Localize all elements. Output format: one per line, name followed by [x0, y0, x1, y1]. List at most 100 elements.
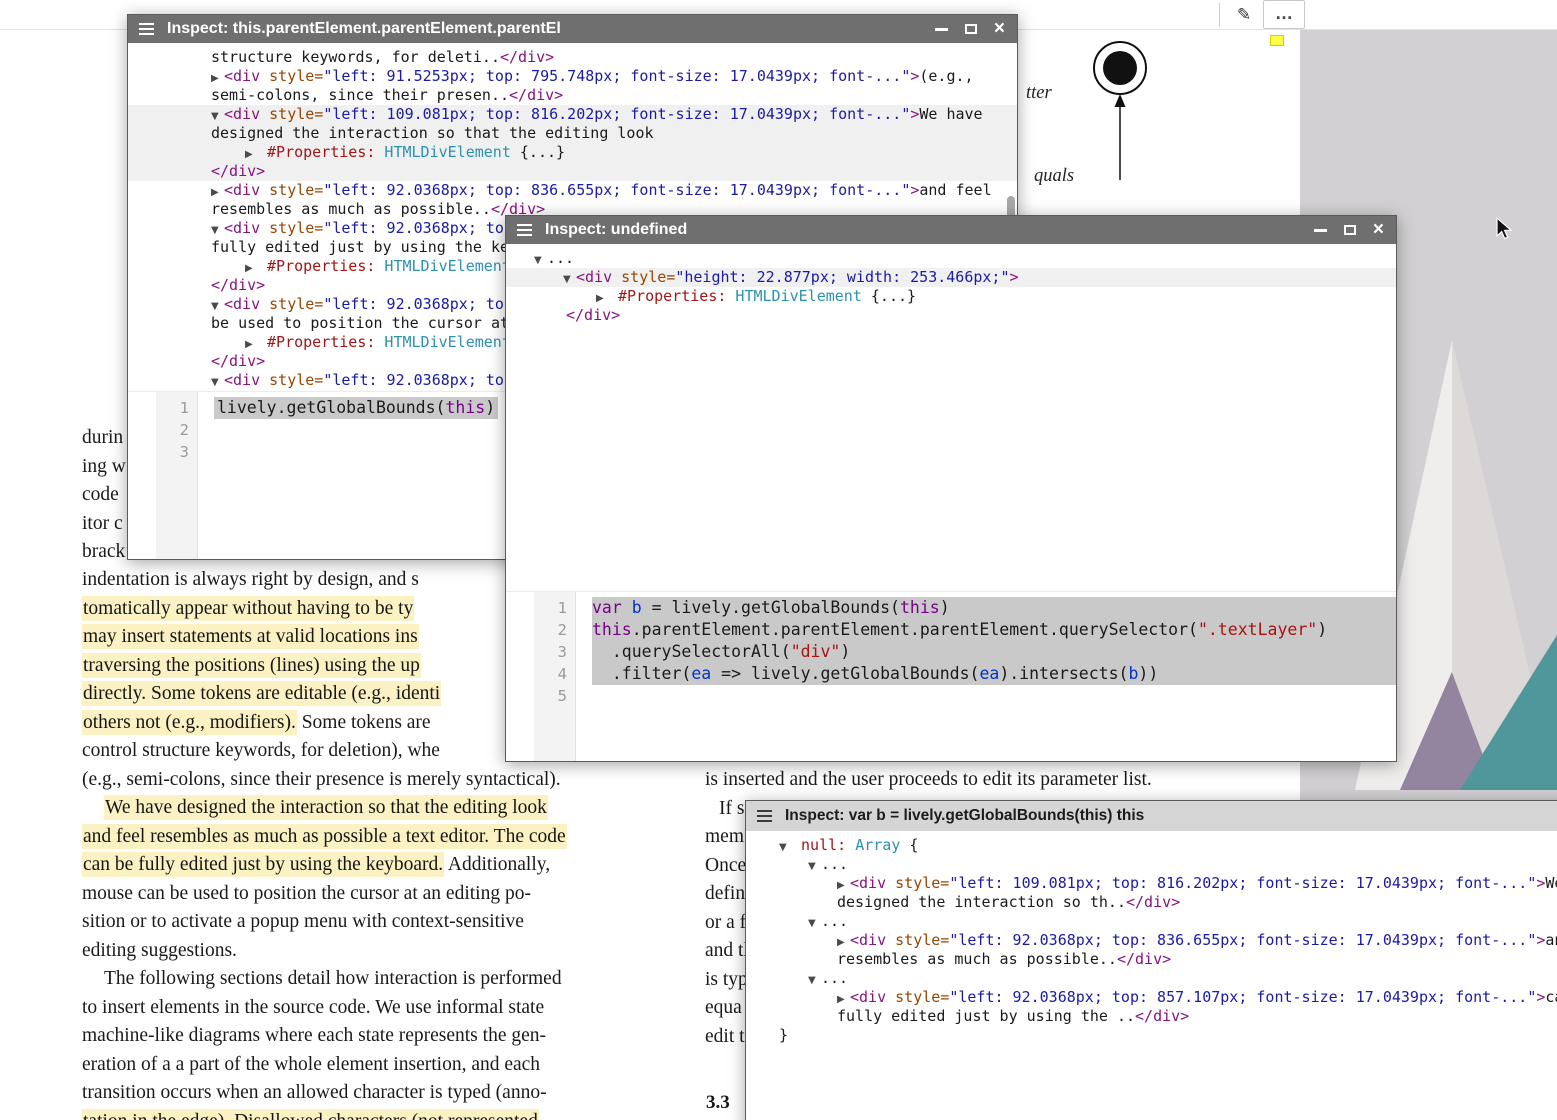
inspector-tree-row[interactable]: ▼... — [746, 969, 1557, 988]
window-menu-icon[interactable] — [757, 810, 772, 822]
text-segment: "height: 22.877px; width: 253.466px;" — [675, 268, 1009, 286]
code-line[interactable]: lively.getGlobalBounds(this) — [214, 397, 498, 419]
tree-arrow-icon: ▼ — [808, 914, 821, 933]
text-segment: traversing the positions (lines) using t… — [82, 653, 421, 678]
text-segment: to insert elements in the source code. W… — [82, 997, 544, 1018]
more-options-button[interactable]: … — [1263, 0, 1305, 29]
text-segment: is inserted and the user proceeds to edi… — [705, 769, 1152, 790]
text-segment: ).intersects( — [999, 664, 1128, 683]
inspector-tree-row[interactable]: } — [746, 1026, 1557, 1045]
text-segment: The following sections detail how intera… — [104, 968, 562, 989]
window-menu-icon[interactable] — [517, 224, 532, 236]
text-segment: "left: 92.0368px; top: 857.107px; font-s… — [949, 988, 1536, 1006]
text-segment: can — [1545, 988, 1557, 1006]
pdf-text-line: We have designed the interaction so that… — [82, 794, 672, 823]
inspector-tree-row[interactable]: resembles as much as possible..</div> — [746, 950, 1557, 969]
window-titlebar[interactable]: Inspect: undefined × — [506, 216, 1396, 244]
tree-arrow-icon: ▼ — [211, 373, 224, 391]
text-segment: } — [779, 1026, 788, 1044]
maximize-icon[interactable] — [1344, 225, 1356, 235]
inspector-tree-row[interactable]: ▼<div style="height: 22.877px; width: 25… — [506, 268, 1396, 287]
inspector-tree-row[interactable]: ▼ null: Array { — [746, 836, 1557, 855]
line-number: 2 — [534, 619, 567, 641]
text-segment: "left: 109.081px; top: 816.202px; font-s… — [949, 874, 1536, 892]
text-segment: structure keywords, for deleti.. — [211, 48, 500, 66]
inspector-tree-row[interactable]: designed the interaction so th..</div> — [746, 893, 1557, 912]
inspector-tree-row[interactable]: structure keywords, for deleti..</div> — [128, 48, 1017, 67]
line-number: 3 — [156, 441, 189, 463]
close-icon[interactable]: × — [994, 21, 1005, 37]
window-titlebar[interactable]: Inspect: this.parentElement.parentElemen… — [128, 15, 1017, 43]
inspector-tree-row[interactable]: ▼... — [746, 855, 1557, 874]
text-segment: HTMLDivElement — [375, 333, 510, 351]
tree-arrow-icon: ▼ — [534, 251, 547, 270]
inspector-tree-row[interactable]: </div> — [506, 306, 1396, 325]
text-segment: style= — [260, 219, 323, 237]
inspector-tree-row[interactable]: semi-colons, since their presen..</div> — [128, 86, 1017, 105]
inspector-tree-row[interactable]: ▼<div style="left: 109.081px; top: 816.2… — [128, 105, 1017, 124]
window-titlebar[interactable]: Inspect: var b = lively.getGlobalBounds(… — [746, 801, 1557, 831]
text-segment: var — [592, 598, 622, 617]
text-segment: is typ — [705, 969, 748, 990]
pdf-text-line: and feel resembles as much as possible a… — [82, 823, 672, 852]
text-segment: ) — [940, 598, 950, 617]
pdf-text-line: sition or to activate a popup menu with … — [82, 908, 672, 937]
code-line[interactable]: var b = lively.getGlobalBounds(this) — [592, 597, 1396, 619]
edit-pencil-icon[interactable]: ✎ — [1230, 2, 1258, 28]
window-menu-icon[interactable] — [139, 23, 154, 35]
pdf-text-line: eration of a a part of the whole element… — [82, 1051, 672, 1080]
inspector-tree-row[interactable]: ▶ #Properties: HTMLDivElement {...} — [128, 143, 1017, 162]
code-line[interactable]: .querySelectorAll("div") — [592, 641, 1396, 663]
text-segment: designed the interaction so th.. — [837, 893, 1126, 911]
inspector-tree-row[interactable]: ▶<div style="left: 109.081px; top: 816.2… — [746, 874, 1557, 893]
inspector-tree-row[interactable]: ▶<div style="left: 91.5253px; top: 795.7… — [128, 67, 1017, 86]
text-segment: b — [632, 598, 642, 617]
diagram-edge-label: tter — [1026, 83, 1052, 104]
text-segment: machine-like diagrams where each state r… — [82, 1025, 546, 1046]
maximize-icon[interactable] — [965, 24, 977, 34]
inspector-tree-row[interactable]: ▶<div style="left: 92.0368px; top: 857.1… — [746, 988, 1557, 1007]
inspector-tree-row[interactable]: designed the interaction so that the edi… — [128, 124, 1017, 143]
text-segment: style= — [260, 105, 323, 123]
line-number: 4 — [534, 663, 567, 685]
code-line[interactable]: .filter(ea => lively.getGlobalBounds(ea)… — [592, 663, 1396, 685]
text-segment: and feel resembles as much as possible a… — [82, 824, 567, 849]
text-segment: indentation is always right by design, a… — [82, 569, 419, 590]
text-segment: #Properties: — [609, 287, 726, 305]
section-heading-number: 3.3 — [706, 1092, 730, 1114]
code-editor[interactable]: 12345 var b = lively.getGlobalBounds(thi… — [506, 591, 1396, 761]
text-segment: semi-colons, since their presen.. — [211, 86, 509, 104]
text-segment: and feel — [919, 181, 991, 199]
inspector-tree-row[interactable]: ▼... — [746, 912, 1557, 931]
code-line[interactable]: this.parentElement.parentElement.parentE… — [592, 619, 1396, 641]
inspector-tree-row[interactable]: ▼... — [506, 249, 1396, 268]
inspector-tree-row[interactable]: ▶ #Properties: HTMLDivElement {...} — [506, 287, 1396, 306]
text-segment: "left: 92.0368px; top: 836.655px; font-s… — [323, 181, 910, 199]
text-segment: </div> — [566, 306, 620, 324]
text-segment: can be fully edited just by using the ke… — [82, 852, 444, 877]
text-segment: ... — [821, 855, 848, 873]
text-segment: </div> — [500, 48, 554, 66]
text-segment: fully edited just by using the .. — [837, 1007, 1135, 1025]
text-segment: ea — [691, 664, 711, 683]
text-segment: "left: 91.5253px; top: 795.748px; font-s… — [323, 67, 910, 85]
inspector-tree-row[interactable]: ▶<div style="left: 92.0368px; top: 836.6… — [128, 181, 1017, 200]
minimize-icon[interactable] — [1314, 229, 1327, 232]
pdf-text-line: is inserted and the user proceeds to edi… — [705, 766, 1275, 795]
text-segment: #Properties: — [258, 333, 375, 351]
editor-code[interactable]: var b = lively.getGlobalBounds(this)this… — [576, 592, 1396, 761]
text-segment: We — [1545, 874, 1557, 892]
text-segment: We have — [919, 105, 982, 123]
text-segment: ... — [821, 912, 848, 930]
close-icon[interactable]: × — [1373, 222, 1384, 238]
inspector-tree-row[interactable]: </div> — [128, 162, 1017, 181]
text-segment: directly. Some tokens are editable (e.g.… — [82, 681, 441, 706]
inspector-tree-row[interactable]: fully edited just by using the ..</div> — [746, 1007, 1557, 1026]
code-line[interactable] — [592, 685, 1396, 707]
text-segment: code — [82, 484, 119, 505]
window-title: Inspect: undefined — [545, 221, 687, 239]
inspector-tree-row[interactable]: ▶<div style="left: 92.0368px; top: 836.6… — [746, 931, 1557, 950]
minimize-icon[interactable] — [935, 28, 948, 31]
text-segment: resembles as much as possible.. — [837, 950, 1117, 968]
text-segment: .filter( — [592, 664, 691, 683]
